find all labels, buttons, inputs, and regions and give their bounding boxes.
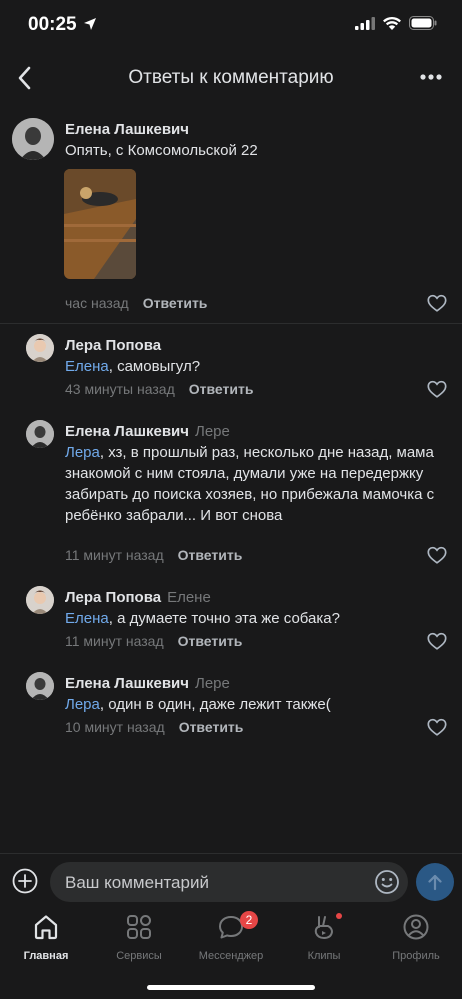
comment-meta: 10 минут назад Ответить	[65, 719, 243, 735]
comment-time: 43 минуты назад	[65, 381, 175, 397]
comment-text: Елена, самовыгул?	[65, 356, 435, 377]
avatar[interactable]	[26, 334, 54, 362]
mention-link[interactable]: Лера	[65, 696, 100, 713]
author-name[interactable]: Елена Лашкевич	[65, 675, 189, 692]
add-attachment-icon[interactable]	[12, 868, 38, 894]
tab-label: Клипы	[307, 950, 341, 962]
mention-link[interactable]: Елена	[65, 358, 109, 375]
comment-time: час назад	[65, 295, 129, 311]
tab-label: Мессенджер	[198, 950, 264, 962]
send-button[interactable]	[416, 863, 454, 901]
author-name[interactable]: Елена Лашкевич	[65, 423, 189, 440]
reply-button[interactable]: Ответить	[143, 295, 208, 311]
services-grid-icon	[127, 915, 151, 939]
avatar[interactable]	[26, 420, 54, 448]
arrow-up-icon	[428, 874, 442, 891]
comment-photo[interactable]	[64, 169, 136, 279]
comment-author[interactable]: Лера Попова Елене	[65, 589, 211, 606]
heart-icon[interactable]	[426, 292, 448, 314]
more-button[interactable]	[418, 64, 444, 90]
heart-icon[interactable]	[426, 544, 448, 566]
status-bar: 00:25	[0, 0, 462, 50]
comment-body: , один в один, даже лежит также(	[99, 696, 331, 713]
heart-icon[interactable]	[426, 716, 448, 738]
tab-profile[interactable]: Профиль	[376, 913, 456, 969]
author-name[interactable]: Лера Попова	[65, 337, 161, 354]
author-name[interactable]: Лера Попова	[65, 589, 161, 606]
avatar-photo-icon	[26, 420, 54, 448]
avatar-photo-icon	[26, 334, 54, 362]
reply-to-label[interactable]: Лере	[195, 423, 230, 440]
tab-label: Главная	[23, 950, 69, 962]
emoji-icon[interactable]	[374, 869, 400, 895]
tab-label: Сервисы	[116, 950, 162, 962]
reply-to-label[interactable]: Лере	[195, 675, 230, 692]
page-title: Ответы к комментарию	[128, 67, 334, 88]
comment-input[interactable]	[63, 862, 367, 904]
comment-time: 11 минут назад	[65, 633, 164, 649]
comment-input-wrap	[50, 862, 408, 904]
comment-author[interactable]: Лера Попова	[65, 337, 161, 354]
comment-author[interactable]: Елена Лашкевич Лере	[65, 675, 230, 692]
reply-button[interactable]: Ответить	[189, 381, 254, 397]
profile-icon	[403, 914, 429, 940]
comment-meta: 43 минуты назад Ответить	[65, 381, 253, 397]
battery-icon	[409, 16, 437, 30]
tab-home[interactable]: Главная	[6, 913, 86, 969]
clips-icon	[314, 916, 333, 939]
avatar[interactable]	[12, 118, 54, 160]
comment-text: Елена, а думаете точно эта же собака?	[65, 608, 435, 629]
comment-meta: час назад Ответить	[65, 295, 207, 311]
divider	[0, 323, 462, 324]
comment-text: Опять, с Комсомольской 22	[65, 142, 258, 159]
avatar-photo-icon	[26, 672, 54, 700]
reply-button[interactable]: Ответить	[178, 547, 243, 563]
tab-services[interactable]: Сервисы	[99, 913, 179, 969]
nav-bar: Ответы к комментарию	[0, 52, 462, 104]
notification-dot	[336, 913, 342, 919]
comment-author[interactable]: Елена Лашкевич Лере	[65, 423, 230, 440]
reply-button[interactable]: Ответить	[179, 719, 244, 735]
unread-badge: 2	[240, 911, 258, 929]
comment-meta: 11 минут назад Ответить	[65, 633, 242, 649]
tab-label: Профиль	[392, 950, 440, 962]
reply-to-label[interactable]: Елене	[167, 589, 211, 606]
home-indicator[interactable]	[147, 985, 315, 990]
tab-clips[interactable]: Клипы	[284, 913, 364, 969]
comment-body: , самовыгул?	[108, 358, 201, 375]
mention-link[interactable]: Елена	[65, 610, 109, 627]
comment-composer	[0, 853, 462, 910]
comment-text: Лера, хз, в прошлый раз, несколько дне н…	[65, 442, 435, 526]
comment-body: , а думаете точно эта же собака?	[108, 610, 340, 627]
avatar[interactable]	[26, 672, 54, 700]
home-icon	[34, 915, 58, 940]
comment-body: , хз, в прошлый раз, несколько дне назад…	[65, 444, 435, 524]
heart-icon[interactable]	[426, 630, 448, 652]
wifi-icon	[383, 16, 401, 30]
comment-time: 10 минут назад	[65, 719, 165, 735]
location-arrow-icon	[84, 18, 96, 30]
avatar-photo-icon	[12, 118, 54, 160]
more-horizontal-icon	[420, 74, 442, 80]
avatar-photo-icon	[26, 586, 54, 614]
tab-messenger[interactable]: 2 Мессенджер	[191, 911, 271, 969]
comment-meta: 11 минут назад Ответить	[65, 547, 242, 563]
dog-photo-icon	[64, 169, 136, 279]
comment-author[interactable]: Елена Лашкевич	[65, 121, 189, 138]
comment-time: 11 минут назад	[65, 547, 164, 563]
comment-text: Лера, один в один, даже лежит также(	[65, 694, 435, 715]
cellular-signal-icon	[355, 17, 375, 30]
heart-icon[interactable]	[426, 378, 448, 400]
avatar[interactable]	[26, 586, 54, 614]
status-time: 00:25	[28, 14, 77, 35]
reply-button[interactable]: Ответить	[178, 633, 243, 649]
mention-link[interactable]: Лера	[65, 444, 100, 461]
